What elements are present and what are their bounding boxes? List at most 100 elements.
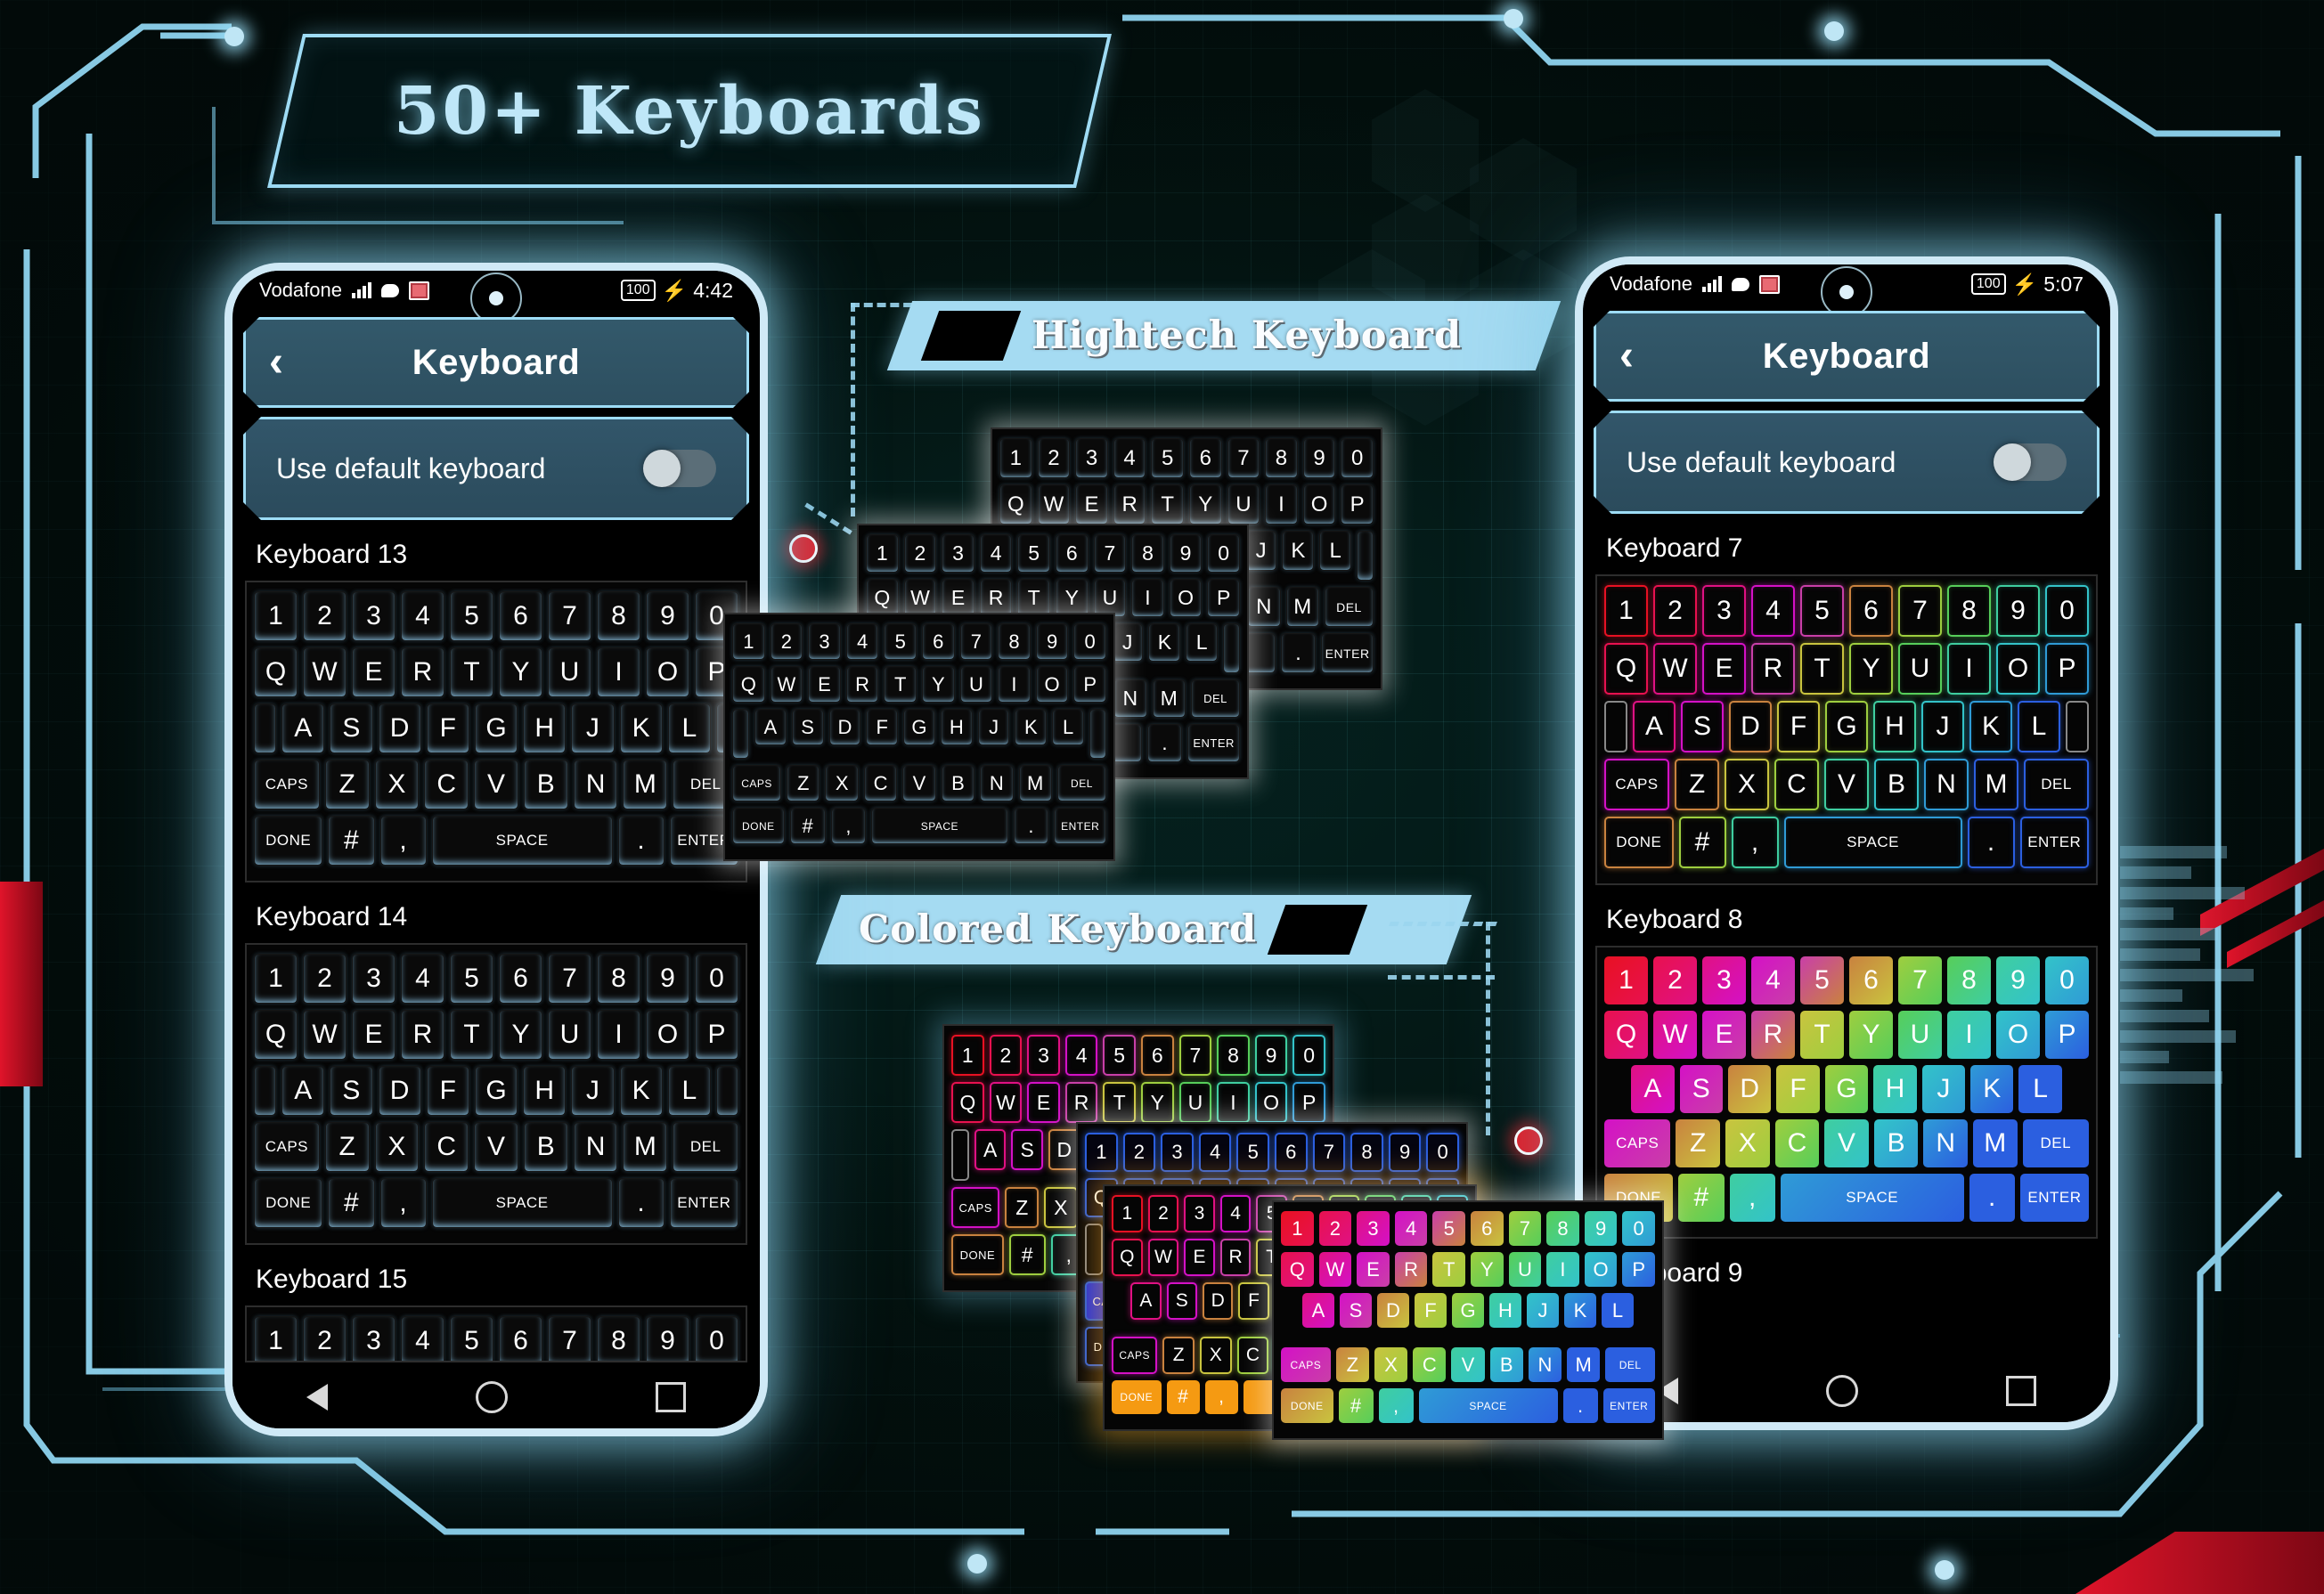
key-hash[interactable]: # — [328, 1178, 375, 1228]
key-del[interactable]: DEL — [1056, 765, 1107, 801]
recents-square-icon[interactable] — [656, 1382, 686, 1412]
key-2[interactable]: 2 — [1147, 1195, 1179, 1232]
key-n[interactable]: N — [1247, 587, 1281, 627]
key-s[interactable]: S — [1679, 1065, 1723, 1113]
chevron-left-icon[interactable]: ‹ — [1619, 335, 1634, 378]
key-space[interactable]: SPACE — [431, 1178, 613, 1228]
key-e[interactable]: E — [352, 1010, 395, 1060]
key-7[interactable]: 7 — [1178, 1035, 1212, 1076]
key-7[interactable]: 7 — [548, 591, 591, 641]
key-7[interactable]: 7 — [1898, 585, 1942, 637]
key-2[interactable]: 2 — [303, 591, 347, 641]
key-q[interactable]: Q — [254, 1010, 298, 1060]
key-1[interactable]: 1 — [1604, 956, 1648, 1004]
key-4[interactable]: 4 — [401, 1316, 444, 1361]
key-z[interactable]: Z — [1676, 1119, 1721, 1167]
key-enter[interactable]: ENTER — [2019, 817, 2089, 868]
key-6[interactable]: 6 — [1056, 534, 1089, 573]
key-u[interactable]: U — [1898, 643, 1942, 695]
key-t[interactable]: T — [450, 647, 493, 697]
key-9[interactable]: 9 — [646, 954, 689, 1004]
key-4[interactable]: 4 — [1064, 1035, 1098, 1076]
key-d[interactable]: D — [828, 709, 861, 745]
key-z[interactable]: Z — [324, 760, 370, 809]
key-4[interactable]: 4 — [979, 534, 1013, 573]
key-7[interactable]: 7 — [1093, 534, 1127, 573]
key-period[interactable]: . — [1280, 633, 1317, 673]
key-p[interactable]: P — [2045, 643, 2089, 695]
key-hash[interactable]: # — [1338, 1388, 1374, 1423]
key-z[interactable]: Z — [1675, 759, 1719, 810]
key-7[interactable]: 7 — [1508, 1211, 1542, 1246]
key-j[interactable]: J — [1921, 701, 1964, 752]
key-d[interactable]: D — [1202, 1282, 1234, 1320]
key-4[interactable]: 4 — [1113, 438, 1146, 478]
key-p[interactable]: P — [1207, 579, 1240, 617]
key-done[interactable]: DONE — [254, 1178, 323, 1228]
key-9[interactable]: 9 — [1584, 1211, 1618, 1246]
key-space[interactable]: SPACE — [1418, 1388, 1558, 1423]
key-h[interactable]: H — [523, 1066, 567, 1116]
key-6[interactable]: 6 — [1471, 1211, 1504, 1246]
key-x[interactable]: X — [1044, 1187, 1078, 1228]
key-a[interactable]: A — [974, 1129, 1007, 1170]
key-period[interactable]: . — [1013, 808, 1049, 844]
key-3[interactable]: 3 — [352, 591, 395, 641]
key-d[interactable]: D — [1377, 1293, 1409, 1328]
key-n[interactable]: N — [1113, 679, 1147, 718]
key-w[interactable]: W — [1653, 643, 1697, 695]
key-9[interactable]: 9 — [646, 591, 689, 641]
key-j[interactable]: J — [1527, 1293, 1559, 1328]
key-1[interactable]: 1 — [254, 1316, 298, 1361]
key-n[interactable]: N — [1923, 1119, 1968, 1167]
key-s[interactable]: S — [1340, 1293, 1372, 1328]
key-c[interactable]: C — [1774, 1119, 1820, 1167]
key-o[interactable]: O — [1996, 643, 2040, 695]
key-1[interactable]: 1 — [999, 438, 1032, 478]
key-l[interactable]: L — [2018, 1065, 2062, 1113]
key-3[interactable]: 3 — [1702, 585, 1746, 637]
key-6[interactable]: 6 — [499, 954, 542, 1004]
floating-keyboard-hightech-3[interactable]: 1 2 3 4 5 6 7 8 9 0 Q W E R T Y U I O P A S D F G H J K L CAPS Z X C V B N M… — [723, 613, 1115, 861]
key-2[interactable]: 2 — [903, 534, 937, 573]
key-u[interactable]: U — [1178, 1082, 1212, 1123]
key-f[interactable]: F — [426, 1066, 469, 1116]
key-enter[interactable]: ENTER — [1187, 724, 1240, 762]
key-r[interactable]: R — [1113, 484, 1146, 525]
key-4[interactable]: 4 — [401, 954, 444, 1004]
key-x[interactable]: X — [1725, 759, 1769, 810]
key-z[interactable]: Z — [324, 1122, 370, 1172]
key-done[interactable]: DONE — [732, 808, 785, 844]
key-caps[interactable]: CAPS — [951, 1187, 1000, 1228]
key-3[interactable]: 3 — [1075, 438, 1108, 478]
key-o[interactable]: O — [1996, 1011, 2040, 1059]
key-enter[interactable]: ENTER — [1054, 808, 1106, 844]
key-g[interactable]: G — [1825, 701, 1868, 752]
key-s[interactable]: S — [1681, 701, 1724, 752]
key-f[interactable]: F — [1238, 1282, 1269, 1320]
key-t[interactable]: T — [1800, 1011, 1844, 1059]
key-i[interactable]: I — [1947, 1011, 1991, 1059]
key-period[interactable]: . — [1969, 1174, 2015, 1222]
key-m[interactable]: M — [623, 760, 668, 809]
key-n[interactable]: N — [1528, 1347, 1562, 1382]
key-d[interactable]: D — [1729, 701, 1772, 752]
key-del[interactable]: DEL — [673, 1122, 738, 1172]
key-i[interactable]: I — [1131, 579, 1164, 617]
key-j[interactable]: J — [1921, 1065, 1966, 1113]
key-k[interactable]: K — [1282, 531, 1315, 571]
key-v[interactable]: V — [1824, 1119, 1869, 1167]
key-1[interactable]: 1 — [254, 591, 298, 641]
key-z[interactable]: Z — [1335, 1347, 1369, 1382]
key-5[interactable]: 5 — [1151, 438, 1184, 478]
key-r[interactable]: R — [1064, 1082, 1098, 1123]
key-m[interactable]: M — [1285, 587, 1319, 627]
keyboard-preview-7[interactable]: 1 2 3 4 5 6 7 8 9 0 Q W E R T Y U I O P A S D F G H J K L CAPS Z X C V B N M… — [1595, 574, 2098, 885]
key-caps[interactable]: CAPS — [254, 1122, 320, 1172]
key-m[interactable]: M — [1974, 759, 2018, 810]
key-1[interactable]: 1 — [1085, 1133, 1118, 1172]
key-w[interactable]: W — [1147, 1239, 1179, 1276]
recents-square-icon[interactable] — [2006, 1376, 2036, 1406]
key-u[interactable]: U — [1093, 579, 1127, 617]
key-7[interactable]: 7 — [1312, 1133, 1346, 1172]
